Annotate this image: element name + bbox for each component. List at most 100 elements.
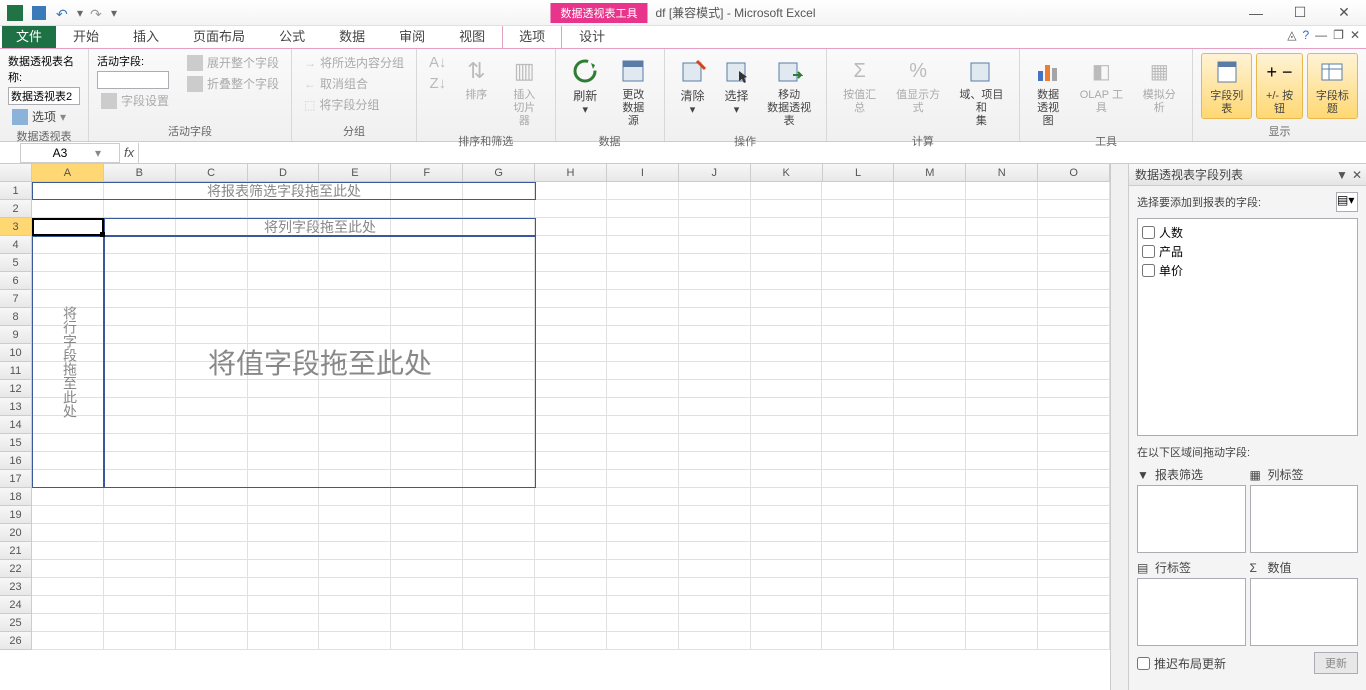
row-header-22[interactable]: 22	[0, 560, 32, 578]
row-header-17[interactable]: 17	[0, 470, 32, 488]
row-header-6[interactable]: 6	[0, 272, 32, 290]
undo-button[interactable]	[52, 2, 74, 24]
pivot-chart-button[interactable]: 数据 透视图	[1028, 53, 1068, 131]
row-header-3[interactable]: 3	[0, 218, 32, 236]
fields-items-button[interactable]: 域、项目和 集	[952, 53, 1011, 131]
row-header-21[interactable]: 21	[0, 542, 32, 560]
row-header-9[interactable]: 9	[0, 326, 32, 344]
redo-button[interactable]	[86, 2, 108, 24]
doc-close-icon[interactable]: ✕	[1350, 28, 1360, 42]
row-header-25[interactable]: 25	[0, 614, 32, 632]
row-header-16[interactable]: 16	[0, 452, 32, 470]
layout-options-button[interactable]: ▤▾	[1336, 192, 1358, 212]
qat-customize[interactable]: ▾	[110, 2, 118, 24]
row-header-13[interactable]: 13	[0, 398, 32, 416]
row-header-8[interactable]: 8	[0, 308, 32, 326]
undo-dropdown[interactable]: ▾	[76, 2, 84, 24]
col-header-N[interactable]: N	[966, 164, 1038, 181]
olap-tools-button[interactable]: ◧OLAP 工具	[1072, 53, 1130, 117]
name-box-input[interactable]	[25, 146, 95, 160]
row-header-15[interactable]: 15	[0, 434, 32, 452]
col-header-G[interactable]: G	[463, 164, 535, 181]
col-header-O[interactable]: O	[1038, 164, 1110, 181]
area-filter-box[interactable]	[1137, 485, 1246, 553]
area-rows-box[interactable]	[1137, 578, 1246, 646]
row-header-20[interactable]: 20	[0, 524, 32, 542]
sort-asc-button[interactable]: A↓	[425, 53, 451, 72]
help-icon[interactable]: ?	[1302, 28, 1309, 42]
grid[interactable]: ABCDEFGHIJKLMNO 123456789101112131415161…	[0, 164, 1110, 690]
doc-minimize-icon[interactable]: —	[1315, 28, 1327, 42]
expand-field-button[interactable]: 展开整个字段	[183, 53, 283, 72]
col-header-A[interactable]: A	[32, 164, 104, 181]
row-header-10[interactable]: 10	[0, 344, 32, 362]
name-box[interactable]: ▾	[20, 143, 120, 163]
summarize-by-button[interactable]: Σ按值汇总	[835, 53, 885, 117]
field-list-button[interactable]: 字段列表	[1201, 53, 1252, 119]
field-pane-dropdown-icon[interactable]: ▼	[1336, 168, 1348, 182]
move-pivot-button[interactable]: 移动 数据透视表	[761, 53, 818, 131]
row-header-11[interactable]: 11	[0, 362, 32, 380]
col-header-J[interactable]: J	[679, 164, 751, 181]
area-vals-box[interactable]	[1250, 578, 1359, 646]
doc-restore-icon[interactable]: ❐	[1333, 28, 1344, 42]
row-header-26[interactable]: 26	[0, 632, 32, 650]
clear-button[interactable]: 清除▾	[673, 53, 713, 119]
row-header-5[interactable]: 5	[0, 254, 32, 272]
field-headers-button[interactable]: 字段标题	[1307, 53, 1358, 119]
select-all-corner[interactable]	[0, 164, 32, 181]
sort-button[interactable]: ⇅排序	[455, 53, 499, 104]
col-header-F[interactable]: F	[391, 164, 463, 181]
row-header-23[interactable]: 23	[0, 578, 32, 596]
fx-icon[interactable]: fx	[124, 145, 134, 160]
col-header-E[interactable]: E	[319, 164, 391, 181]
file-tab[interactable]: 文件	[2, 23, 56, 48]
whatif-button[interactable]: ▦模拟分析	[1135, 53, 1185, 117]
active-field-input[interactable]	[97, 71, 169, 89]
col-header-K[interactable]: K	[751, 164, 823, 181]
excel-icon[interactable]	[4, 2, 26, 24]
col-header-L[interactable]: L	[823, 164, 895, 181]
row-header-19[interactable]: 19	[0, 506, 32, 524]
row-header-2[interactable]: 2	[0, 200, 32, 218]
col-header-H[interactable]: H	[535, 164, 607, 181]
collapse-field-button[interactable]: 折叠整个字段	[183, 74, 283, 93]
refresh-button[interactable]: 刷新▾	[564, 53, 608, 119]
maximize-button[interactable]: ☐	[1278, 0, 1322, 26]
name-box-dropdown[interactable]: ▾	[95, 146, 101, 160]
field-item[interactable]: 人数	[1142, 223, 1353, 242]
field-item[interactable]: 单价	[1142, 261, 1353, 280]
show-values-as-button[interactable]: %值显示方式	[889, 53, 948, 117]
row-header-1[interactable]: 1	[0, 182, 32, 200]
field-item[interactable]: 产品	[1142, 242, 1353, 261]
pivot-name-input[interactable]	[8, 87, 80, 105]
minimize-button[interactable]: —	[1234, 0, 1278, 26]
row-header-14[interactable]: 14	[0, 416, 32, 434]
row-header-7[interactable]: 7	[0, 290, 32, 308]
defer-layout-checkbox[interactable]: 推迟布局更新	[1137, 655, 1226, 672]
col-header-B[interactable]: B	[104, 164, 176, 181]
field-list[interactable]: 人数产品单价	[1137, 218, 1358, 436]
sort-desc-button[interactable]: Z↓	[425, 74, 450, 93]
ribbon-minimize-icon[interactable]: ◬	[1287, 28, 1296, 42]
pivot-options-button[interactable]: 选项▾	[8, 107, 80, 126]
group-selection-button[interactable]: →将所选内容分组	[300, 53, 408, 72]
ungroup-button[interactable]: ←取消组合	[300, 74, 408, 93]
change-source-button[interactable]: 更改 数据源	[611, 53, 656, 131]
select-button[interactable]: 选择▾	[717, 53, 757, 119]
field-pane-close-icon[interactable]: ✕	[1352, 168, 1362, 182]
close-button[interactable]: ✕	[1322, 0, 1366, 26]
row-header-4[interactable]: 4	[0, 236, 32, 254]
save-button[interactable]	[28, 2, 50, 24]
row-header-24[interactable]: 24	[0, 596, 32, 614]
group-field-button[interactable]: ⬚将字段分组	[300, 95, 408, 114]
col-header-I[interactable]: I	[607, 164, 679, 181]
row-header-12[interactable]: 12	[0, 380, 32, 398]
insert-slicer-button[interactable]: ▥插入 切片器	[502, 53, 547, 131]
col-header-C[interactable]: C	[176, 164, 248, 181]
col-header-M[interactable]: M	[894, 164, 966, 181]
area-cols-box[interactable]	[1250, 485, 1359, 553]
col-header-D[interactable]: D	[248, 164, 320, 181]
plus-minus-button[interactable]: + −+/- 按钮	[1256, 53, 1302, 119]
vertical-scrollbar[interactable]	[1110, 164, 1128, 690]
